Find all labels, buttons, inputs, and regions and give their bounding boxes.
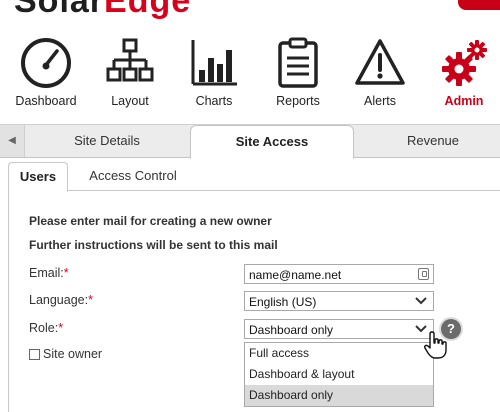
nav-alerts-label: Alerts xyxy=(364,94,396,108)
required-mark: * xyxy=(63,266,69,280)
site-owner-label: Site owner xyxy=(43,347,103,361)
sitemap-icon xyxy=(106,38,154,82)
nav-dashboard-label: Dashboard xyxy=(15,94,77,108)
site-owner-row: Site owner xyxy=(29,347,102,361)
language-label: Language:* xyxy=(29,293,93,307)
sub-tab-bar: Users Access Control xyxy=(8,162,500,192)
tab-site-access[interactable]: Site Access xyxy=(190,125,354,159)
hand-cursor-icon xyxy=(424,331,447,359)
role-label: Role:* xyxy=(29,321,63,335)
warning-icon xyxy=(355,39,405,85)
nav-layout[interactable]: Layout xyxy=(88,36,172,116)
chevron-down-icon xyxy=(415,297,427,305)
brand-logo-edge: Edge xyxy=(104,0,192,20)
nav-charts-label: Charts xyxy=(195,94,233,108)
nav-admin-label: Admin xyxy=(444,94,484,108)
bar-chart-icon xyxy=(191,40,237,86)
tab-revenue[interactable]: Revenue xyxy=(366,125,500,157)
brand-header: SolarEdge xyxy=(0,0,500,20)
nav-layout-label: Layout xyxy=(111,94,149,108)
role-option-dashboard-only[interactable]: Dashboard only xyxy=(245,385,433,406)
users-panel: Please enter mail for creating a new own… xyxy=(8,190,500,412)
speedometer-icon xyxy=(21,38,71,88)
tab-access-control[interactable]: Access Control xyxy=(74,162,192,189)
email-value: name@name.net xyxy=(249,268,342,282)
nav-admin[interactable]: Admin xyxy=(422,36,500,116)
role-dropdown-list: Full access Dashboard & layout Dashboard… xyxy=(244,342,434,407)
role-select[interactable]: Dashboard only xyxy=(244,319,434,339)
brand-logo-solar: Solar xyxy=(14,0,105,20)
tab-site-details[interactable]: Site Details xyxy=(30,125,184,157)
header-menu-pill[interactable] xyxy=(458,0,500,10)
instruction-text-1: Please enter mail for creating a new own… xyxy=(29,214,272,228)
language-select[interactable]: English (US) xyxy=(244,291,434,311)
language-label-text: Language: xyxy=(29,293,89,307)
main-nav: Dashboard Layout Charts Reports Alerts A… xyxy=(0,28,500,114)
required-mark: * xyxy=(58,321,64,335)
brand-logo: SolarEdge xyxy=(14,0,191,20)
nav-charts[interactable]: Charts xyxy=(172,36,256,116)
tab-users[interactable]: Users xyxy=(8,162,68,192)
required-mark: * xyxy=(88,293,93,307)
main-tab-bar: ◀ Site Details Site Access Revenue xyxy=(0,124,500,159)
instruction-text-2: Further instructions will be sent to thi… xyxy=(29,238,278,252)
nav-dashboard[interactable]: Dashboard xyxy=(4,36,88,116)
nav-alerts[interactable]: Alerts xyxy=(338,36,422,116)
email-label-text: Email: xyxy=(29,266,64,280)
role-option-dashboard-layout[interactable]: Dashboard & layout xyxy=(245,364,433,385)
email-label: Email:* xyxy=(29,266,69,280)
role-option-full-access[interactable]: Full access xyxy=(245,343,433,364)
scroll-left-icon[interactable]: ◀ xyxy=(0,125,25,157)
clipboard-icon xyxy=(278,37,318,88)
role-value: Dashboard only xyxy=(249,323,334,337)
gears-icon xyxy=(442,40,487,86)
email-field[interactable]: name@name.net xyxy=(244,264,434,284)
nav-reports-label: Reports xyxy=(276,94,320,108)
language-value: English (US) xyxy=(249,295,317,309)
role-label-text: Role: xyxy=(29,321,59,335)
nav-reports[interactable]: Reports xyxy=(256,36,340,116)
site-owner-checkbox[interactable] xyxy=(29,349,40,360)
contact-card-icon xyxy=(418,268,429,280)
